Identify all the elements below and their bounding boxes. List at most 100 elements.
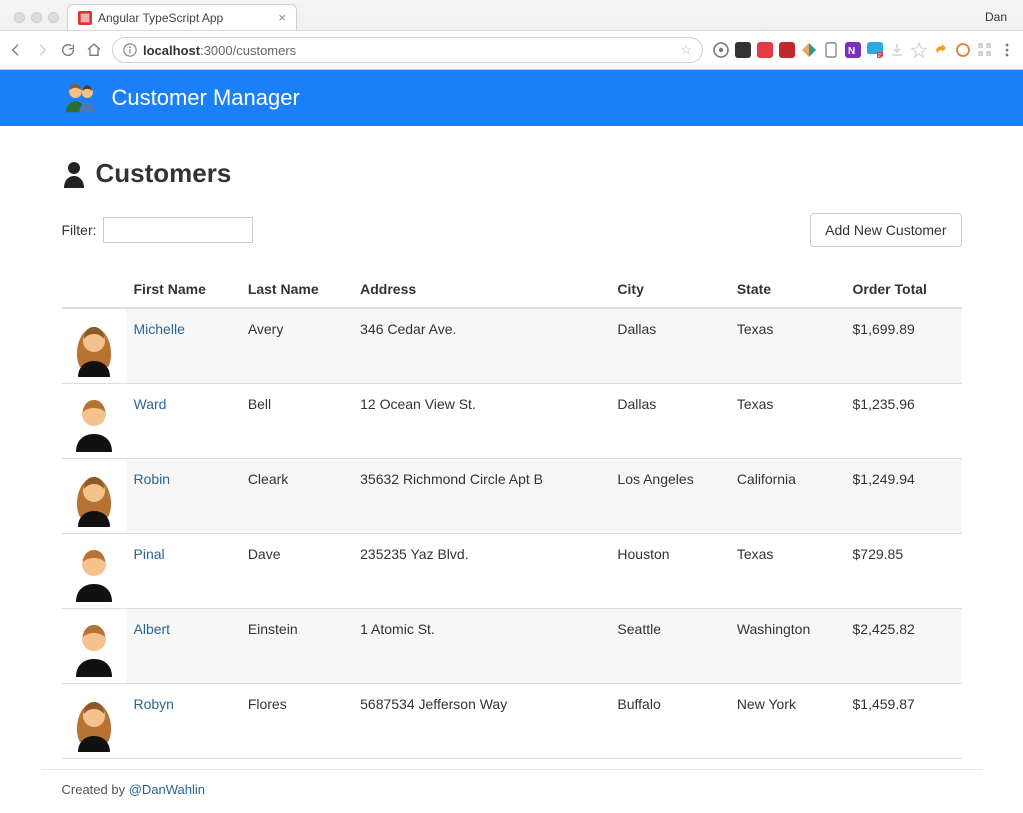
customers-table: First Name Last Name Address City State … [62, 271, 962, 759]
cell-city: Houston [609, 534, 728, 609]
table-row: Robyn Flores 5687534 Jefferson Way Buffa… [62, 684, 962, 759]
add-customer-button[interactable]: Add New Customer [810, 213, 961, 247]
cell-order-total: $2,425.82 [845, 609, 962, 684]
avatar [62, 609, 126, 684]
col-state[interactable]: State [729, 271, 845, 308]
favicon-icon [78, 11, 92, 25]
extension-arrow-icon[interactable] [933, 42, 949, 58]
reload-icon[interactable] [60, 42, 76, 58]
person-icon [62, 160, 86, 188]
customer-link[interactable]: Albert [134, 621, 171, 637]
cell-address: 235235 Yaz Blvd. [352, 534, 609, 609]
cell-city: Seattle [609, 609, 728, 684]
nav-icons [8, 42, 102, 58]
extension-flipboard-icon[interactable] [757, 42, 773, 58]
cell-state: Texas [729, 384, 845, 459]
col-order-total[interactable]: Order Total [845, 271, 962, 308]
col-first-name[interactable]: First Name [126, 271, 240, 308]
customer-link[interactable]: Ward [134, 396, 167, 412]
cell-city: Los Angeles [609, 459, 728, 534]
people-logo-icon [62, 82, 100, 114]
cell-order-total: $1,459.87 [845, 684, 962, 759]
col-address[interactable]: Address [352, 271, 609, 308]
cell-last-name: Dave [240, 534, 352, 609]
avatar [62, 684, 126, 759]
site-info-icon[interactable] [123, 43, 137, 57]
cell-first-name: Michelle [126, 308, 240, 384]
cell-address: 1 Atomic St. [352, 609, 609, 684]
app-viewport: Customer Manager Customers Filter: Add N… [0, 70, 1023, 813]
footer-prefix: Created by [62, 782, 129, 797]
cell-last-name: Einstein [240, 609, 352, 684]
filter-group: Filter: [62, 217, 253, 243]
female-avatar-icon [70, 321, 118, 377]
customer-link[interactable]: Michelle [134, 321, 185, 337]
close-tab-icon[interactable]: × [268, 10, 286, 25]
close-window-button[interactable] [14, 12, 25, 23]
app-header: Customer Manager [0, 70, 1023, 126]
cell-address: 12 Ocean View St. [352, 384, 609, 459]
female-avatar-icon [70, 696, 118, 752]
cell-first-name: Robyn [126, 684, 240, 759]
cell-state: Texas [729, 534, 845, 609]
cell-state: Texas [729, 308, 845, 384]
cell-first-name: Albert [126, 609, 240, 684]
extension-grid-icon[interactable] [977, 42, 993, 58]
minimize-window-button[interactable] [31, 12, 42, 23]
extension-chat-icon[interactable]: 2 [867, 42, 883, 58]
address-bar[interactable]: localhost:3000/customers ☆ [112, 37, 703, 63]
male-avatar-icon [70, 396, 118, 452]
avatar [62, 384, 126, 459]
cell-last-name: Flores [240, 684, 352, 759]
col-last-name[interactable]: Last Name [240, 271, 352, 308]
col-city[interactable]: City [609, 271, 728, 308]
customer-link[interactable]: Robin [134, 471, 171, 487]
col-avatar [62, 271, 126, 308]
actions-row: Filter: Add New Customer [62, 213, 962, 247]
maximize-window-button[interactable] [48, 12, 59, 23]
cell-city: Buffalo [609, 684, 728, 759]
cell-city: Dallas [609, 308, 728, 384]
cell-last-name: Bell [240, 384, 352, 459]
customer-link[interactable]: Robyn [134, 696, 174, 712]
traffic-lights [6, 6, 67, 29]
footer: Created by @DanWahlin [42, 769, 982, 813]
page-heading: Customers [62, 158, 962, 189]
extension-eye-icon[interactable] [713, 42, 729, 58]
svg-text:2: 2 [878, 53, 881, 58]
footer-author-link[interactable]: @DanWahlin [129, 782, 205, 797]
cell-last-name: Cleark [240, 459, 352, 534]
extension-pocket-icon[interactable] [735, 42, 751, 58]
table-row: Pinal Dave 235235 Yaz Blvd. Houston Texa… [62, 534, 962, 609]
extension-icons: N 2 [713, 42, 1015, 58]
profile-name[interactable]: Dan [975, 4, 1017, 30]
avatar [62, 459, 126, 534]
browser-tab[interactable]: Angular TypeScript App × [67, 4, 297, 30]
home-icon[interactable] [86, 42, 102, 58]
filter-input[interactable] [103, 217, 253, 243]
extension-diamond-icon[interactable] [801, 42, 817, 58]
extension-circle-icon[interactable] [955, 42, 971, 58]
tab-title: Angular TypeScript App [98, 11, 223, 25]
extension-red-icon[interactable] [779, 42, 795, 58]
customer-link[interactable]: Pinal [134, 546, 165, 562]
cell-first-name: Ward [126, 384, 240, 459]
cell-last-name: Avery [240, 308, 352, 384]
extension-device-icon[interactable] [823, 42, 839, 58]
bookmark-outline-icon[interactable] [911, 42, 927, 58]
cell-first-name: Robin [126, 459, 240, 534]
cell-address: 5687534 Jefferson Way [352, 684, 609, 759]
bookmark-star-icon[interactable]: ☆ [680, 42, 692, 58]
extension-onenote-icon[interactable]: N [845, 42, 861, 58]
forward-icon[interactable] [34, 42, 50, 58]
svg-text:N: N [848, 46, 855, 57]
tab-strip: Angular TypeScript App × Dan [0, 0, 1023, 30]
filter-label: Filter: [62, 222, 97, 238]
cell-address: 346 Cedar Ave. [352, 308, 609, 384]
extension-download-icon[interactable] [889, 42, 905, 58]
male-avatar-icon [70, 546, 118, 602]
cell-city: Dallas [609, 384, 728, 459]
menu-icon[interactable] [999, 42, 1015, 58]
cell-order-total: $1,235.96 [845, 384, 962, 459]
back-icon[interactable] [8, 42, 24, 58]
